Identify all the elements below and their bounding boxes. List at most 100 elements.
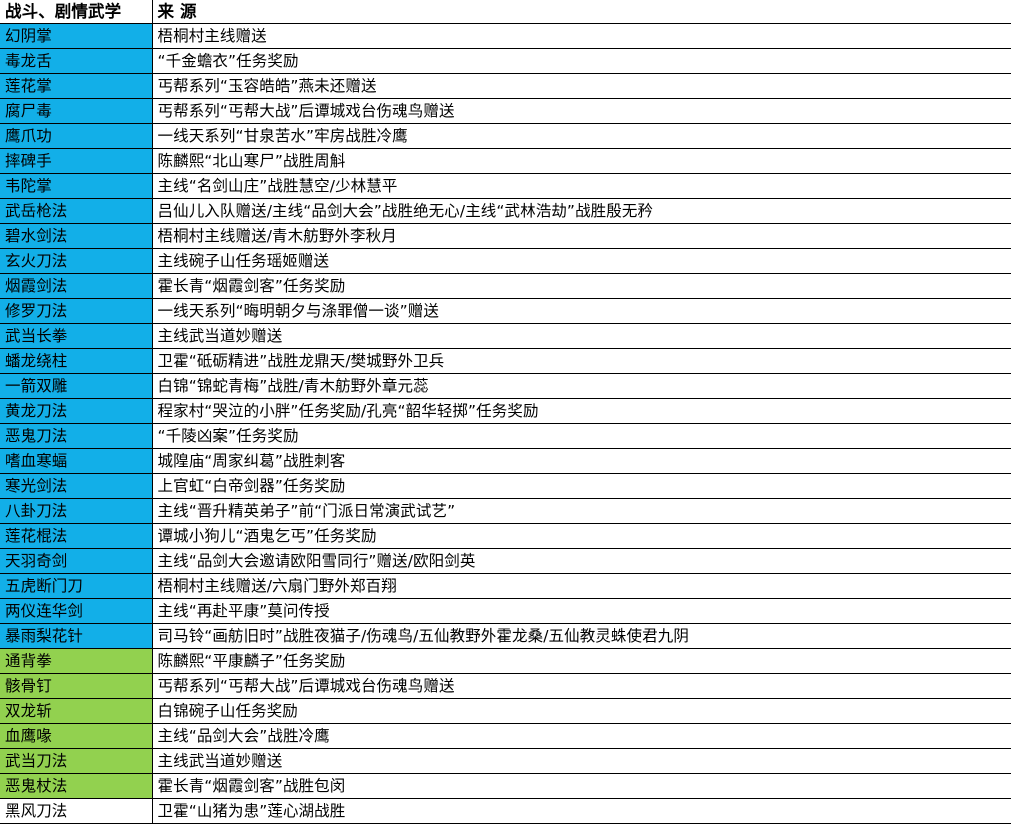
skill-source-cell: 白锦碗子山任务奖励 (151, 698, 1011, 724)
skill-name-cell: 黑风刀法 (0, 798, 152, 824)
skill-name-cell: 暴雨梨花针 (0, 623, 152, 649)
skill-source-cell: 主线碗子山任务瑶姬赠送 (151, 248, 1011, 274)
skill-name-cell: 幻阴掌 (0, 23, 152, 49)
skill-source-cell: 主线武当道妙赠送 (151, 323, 1011, 349)
skill-name-cell: 莲花棍法 (0, 523, 152, 549)
table-row: 烟霞剑法 霍长青“烟霞剑客”任务奖励 (0, 273, 1011, 299)
table-row: 血鹰喙 主线“品剑大会”战胜冷鹰 (0, 723, 1011, 749)
skill-source-cell: 卫霍“山猪为患”莲心湖战胜 (151, 798, 1011, 824)
table-row: 两仪连华剑 主线“再赴平康”莫问传授 (0, 598, 1011, 624)
skill-source-cell: 陈麟熙“平康麟子”任务奖励 (151, 648, 1011, 674)
table-row: 嗜血寒蝠 城隍庙“周家纠葛”战胜刺客 (0, 448, 1011, 474)
skill-name-cell: 鹰爪功 (0, 123, 152, 149)
skill-name-cell: 玄火刀法 (0, 248, 152, 274)
skill-source-cell: 主线“晋升精英弟子”前“门派日常演武试艺” (151, 498, 1011, 524)
skill-name-cell: 五虎断门刀 (0, 573, 152, 599)
skill-source-cell: 一线天系列“晦明朝夕与涤罪僧一谈”赠送 (151, 298, 1011, 324)
skill-source-cell: 梧桐村主线赠送 (151, 23, 1011, 49)
skill-name-cell: 一箭双雕 (0, 373, 152, 399)
skill-source-cell: 梧桐村主线赠送/青木舫野外李秋月 (151, 223, 1011, 249)
skill-name-cell: 武当刀法 (0, 748, 152, 774)
skill-source-cell: 上官虹“白帝剑器”任务奖励 (151, 473, 1011, 499)
skill-name-cell: 黄龙刀法 (0, 398, 152, 424)
skill-source-cell: 丐帮系列“丐帮大战”后谭城戏台伤魂鸟赠送 (151, 98, 1011, 124)
skill-source-cell: 主线“名剑山庄”战胜慧空/少林慧平 (151, 173, 1011, 199)
skill-name-cell: 腐尸毒 (0, 98, 152, 124)
skill-name-cell: 毒龙舌 (0, 48, 152, 74)
skill-name-cell: 血鹰喙 (0, 723, 152, 749)
skill-name-cell: 蟠龙绕柱 (0, 348, 152, 374)
table-row: 黄龙刀法 程家村“哭泣的小胖”任务奖励/孔亮“韶华轻掷”任务奖励 (0, 398, 1011, 424)
skill-name-cell: 通背拳 (0, 648, 152, 674)
skill-name-cell: 武当长拳 (0, 323, 152, 349)
skill-name-cell: 恶鬼杖法 (0, 773, 152, 799)
skill-source-table: 战斗、剧情武学 来 源 幻阴掌 梧桐村主线赠送 毒龙舌 “千金蟾衣”任务奖励 莲花掌 丐帮… (0, 0, 1011, 824)
skill-name-cell: 摔碑手 (0, 148, 152, 174)
table-row: 五虎断门刀 梧桐村主线赠送/六扇门野外郑百翔 (0, 573, 1011, 599)
table-row: 恶鬼杖法 霍长青“烟霞剑客”战胜包闵 (0, 773, 1011, 799)
column-header-skill-name: 战斗、剧情武学 (0, 0, 152, 24)
skill-source-cell: 卫霍“砥砺精进”战胜龙鼎天/樊城野外卫兵 (151, 348, 1011, 374)
table-row: 玄火刀法 主线碗子山任务瑶姬赠送 (0, 248, 1011, 274)
table-row: 幻阴掌 梧桐村主线赠送 (0, 23, 1011, 49)
table-row: 腐尸毒 丐帮系列“丐帮大战”后谭城戏台伤魂鸟赠送 (0, 98, 1011, 124)
skill-name-cell: 嗜血寒蝠 (0, 448, 152, 474)
table-row: 暴雨梨花针 司马铃“画舫旧时”战胜夜猫子/伤魂鸟/五仙教野外霍龙桑/五仙教灵蛛使君… (0, 623, 1011, 649)
skill-name-cell: 恶鬼刀法 (0, 423, 152, 449)
skill-source-cell: 梧桐村主线赠送/六扇门野外郑百翔 (151, 573, 1011, 599)
skill-name-cell: 武岳枪法 (0, 198, 152, 224)
column-header-source: 来 源 (151, 0, 1011, 24)
skill-source-cell: 主线武当道妙赠送 (151, 748, 1011, 774)
skill-name-cell: 烟霞剑法 (0, 273, 152, 299)
skill-source-cell: 一线天系列“甘泉苦水”牢房战胜冷鹰 (151, 123, 1011, 149)
skill-source-cell: 白锦“锦蛇青梅”战胜/青木舫野外章元蕊 (151, 373, 1011, 399)
table-body: 幻阴掌 梧桐村主线赠送 毒龙舌 “千金蟾衣”任务奖励 莲花掌 丐帮系列“玉容皓皓”燕未还赠… (0, 23, 1011, 824)
skill-name-cell: 骸骨钉 (0, 673, 152, 699)
skill-name-cell: 修罗刀法 (0, 298, 152, 324)
skill-source-cell: 霍长青“烟霞剑客”战胜包闵 (151, 773, 1011, 799)
table-row: 武当长拳 主线武当道妙赠送 (0, 323, 1011, 349)
skill-source-cell: 陈麟熙“北山寒尸”战胜周斛 (151, 148, 1011, 174)
table-header: 战斗、剧情武学 来 源 (0, 0, 1011, 24)
skill-name-cell: 双龙斩 (0, 698, 152, 724)
skill-source-cell: “千金蟾衣”任务奖励 (151, 48, 1011, 74)
skill-name-cell: 两仪连华剑 (0, 598, 152, 624)
skill-source-cell: 城隍庙“周家纠葛”战胜刺客 (151, 448, 1011, 474)
skill-name-cell: 八卦刀法 (0, 498, 152, 524)
table-row: 鹰爪功 一线天系列“甘泉苦水”牢房战胜冷鹰 (0, 123, 1011, 149)
skill-name-cell: 莲花掌 (0, 73, 152, 99)
skill-name-cell: 天羽奇剑 (0, 548, 152, 574)
table-row: 骸骨钉 丐帮系列“丐帮大战”后谭城戏台伤魂鸟赠送 (0, 673, 1011, 699)
table-row: 莲花棍法 谭城小狗儿“酒鬼乞丐”任务奖励 (0, 523, 1011, 549)
skill-source-cell: 吕仙儿入队赠送/主线“品剑大会”战胜绝无心/主线“武林浩劫”战胜殷无矜 (151, 198, 1011, 224)
table-row: 一箭双雕 白锦“锦蛇青梅”战胜/青木舫野外章元蕊 (0, 373, 1011, 399)
table-row: 寒光剑法 上官虹“白帝剑器”任务奖励 (0, 473, 1011, 499)
table-row: 双龙斩 白锦碗子山任务奖励 (0, 698, 1011, 724)
skill-source-cell: 主线“品剑大会邀请欧阳雪同行”赠送/欧阳剑英 (151, 548, 1011, 574)
table-row: 毒龙舌 “千金蟾衣”任务奖励 (0, 48, 1011, 74)
skill-source-cell: 丐帮系列“玉容皓皓”燕未还赠送 (151, 73, 1011, 99)
skill-name-cell: 碧水剑法 (0, 223, 152, 249)
table-row: 恶鬼刀法 “千陵凶案”任务奖励 (0, 423, 1011, 449)
table-row: 摔碑手 陈麟熙“北山寒尸”战胜周斛 (0, 148, 1011, 174)
table-row: 武岳枪法 吕仙儿入队赠送/主线“品剑大会”战胜绝无心/主线“武林浩劫”战胜殷无矜 (0, 198, 1011, 224)
skill-source-cell: 主线“再赴平康”莫问传授 (151, 598, 1011, 624)
table-row: 韦陀掌 主线“名剑山庄”战胜慧空/少林慧平 (0, 173, 1011, 199)
skill-name-cell: 寒光剑法 (0, 473, 152, 499)
skill-name-cell: 韦陀掌 (0, 173, 152, 199)
skill-source-cell: 霍长青“烟霞剑客”任务奖励 (151, 273, 1011, 299)
skill-source-cell: 司马铃“画舫旧时”战胜夜猫子/伤魂鸟/五仙教野外霍龙桑/五仙教灵蛛使君九阴 (151, 623, 1011, 649)
table-row: 莲花掌 丐帮系列“玉容皓皓”燕未还赠送 (0, 73, 1011, 99)
table-row: 蟠龙绕柱 卫霍“砥砺精进”战胜龙鼎天/樊城野外卫兵 (0, 348, 1011, 374)
skill-source-cell: 丐帮系列“丐帮大战”后谭城戏台伤魂鸟赠送 (151, 673, 1011, 699)
table-row: 碧水剑法 梧桐村主线赠送/青木舫野外李秋月 (0, 223, 1011, 249)
skill-source-cell: “千陵凶案”任务奖励 (151, 423, 1011, 449)
table-row: 武当刀法 主线武当道妙赠送 (0, 748, 1011, 774)
table-row: 八卦刀法 主线“晋升精英弟子”前“门派日常演武试艺” (0, 498, 1011, 524)
table-row: 修罗刀法 一线天系列“晦明朝夕与涤罪僧一谈”赠送 (0, 298, 1011, 324)
skill-source-cell: 主线“品剑大会”战胜冷鹰 (151, 723, 1011, 749)
table-header-row: 战斗、剧情武学 来 源 (0, 0, 1011, 24)
table-row: 通背拳 陈麟熙“平康麟子”任务奖励 (0, 648, 1011, 674)
table-row: 黑风刀法 卫霍“山猪为患”莲心湖战胜 (0, 798, 1011, 824)
skill-source-cell: 谭城小狗儿“酒鬼乞丐”任务奖励 (151, 523, 1011, 549)
